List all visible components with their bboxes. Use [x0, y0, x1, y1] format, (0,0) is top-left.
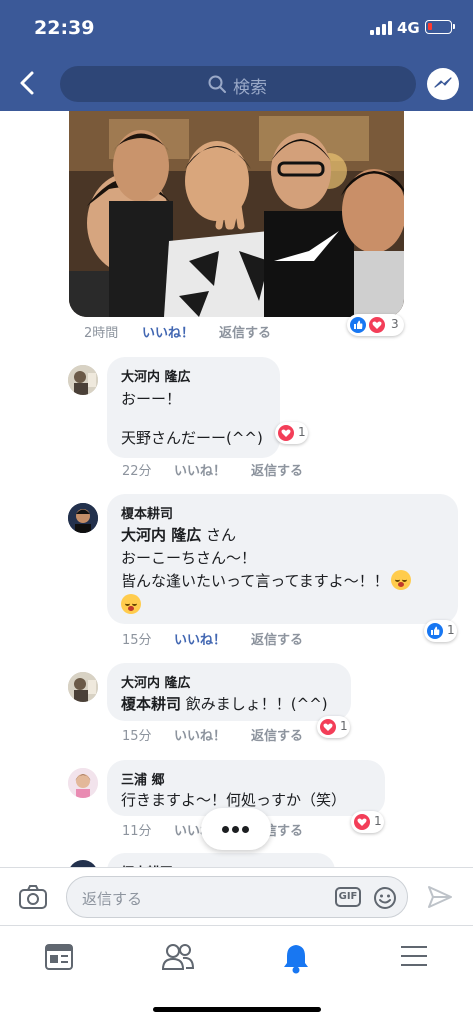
- network-label: 4G: [397, 19, 420, 37]
- friends-icon: [161, 944, 195, 970]
- comment-text-line: おーこーちさん〜！: [121, 549, 257, 567]
- gif-button[interactable]: GIF: [335, 887, 361, 907]
- messenger-button[interactable]: [427, 68, 459, 100]
- comment-like-link[interactable]: いいね！: [174, 460, 226, 479]
- kissing-face-emoji-icon: [121, 594, 141, 614]
- status-time: 22:39: [34, 17, 95, 39]
- search-placeholder: 検索: [233, 78, 267, 98]
- avatar[interactable]: [68, 503, 98, 533]
- camera-icon[interactable]: [18, 884, 48, 910]
- comment-author[interactable]: 三浦 郷: [121, 769, 165, 788]
- group-photo-image: [69, 111, 404, 317]
- comment-author[interactable]: 大河内 隆広: [121, 366, 191, 385]
- avatar[interactable]: [68, 768, 98, 798]
- comment-mention-suffix: さん: [201, 526, 237, 544]
- comment-reaction[interactable]: 1: [275, 422, 308, 444]
- comment-bubble[interactable]: 大河内 隆広 榎本耕司 飲みましょ！！(^^): [107, 663, 351, 721]
- like-reaction-icon: [427, 623, 443, 639]
- heart-reaction-icon: [278, 425, 294, 441]
- comment-timestamp: 11分: [122, 824, 152, 839]
- messenger-icon: [434, 77, 452, 88]
- comment-meta: 15分 いいね！ 返信する: [122, 725, 382, 745]
- news-feed-icon: [45, 944, 73, 970]
- comment-mention[interactable]: 大河内 隆広: [121, 526, 201, 544]
- avatar[interactable]: [68, 365, 98, 395]
- app-screen: 22:39 4G 検索 2時間 いいね！ 返信する 3 大河内 隆広 おーー！ …: [0, 0, 473, 1024]
- kissing-face-emoji-icon: [390, 570, 411, 590]
- comment-author[interactable]: 榎本耕司: [121, 503, 173, 522]
- header-bar: 22:39 4G 検索: [0, 0, 473, 111]
- post-reaction-count: 3: [391, 317, 399, 331]
- tab-friends[interactable]: [148, 934, 208, 978]
- reply-placeholder: 返信する: [82, 890, 143, 908]
- heart-reaction-icon: [369, 317, 385, 333]
- reply-composer: 返信する GIF: [0, 867, 473, 925]
- reply-input[interactable]: 返信する GIF: [66, 876, 408, 918]
- menu-icon: [401, 946, 427, 966]
- back-button[interactable]: [12, 66, 42, 100]
- search-icon: [208, 75, 226, 93]
- tab-notifications[interactable]: [266, 934, 326, 978]
- post-reply-link[interactable]: 返信する: [219, 322, 271, 341]
- post-timestamp: 2時間: [84, 326, 119, 341]
- comment-bubble[interactable]: 榎本耕司 大河内 隆広 さん おーこーちさん〜！ 皆んな逢いたいって言ってますよ…: [107, 494, 458, 624]
- comment-like-link[interactable]: いいね！: [174, 725, 226, 744]
- battery-icon: [425, 20, 455, 34]
- post-like-link[interactable]: いいね！: [142, 322, 194, 341]
- comment-text-line: 行きますよ〜！何処っすか（笑）: [121, 791, 347, 809]
- post-photo[interactable]: [69, 111, 404, 317]
- comment-mention[interactable]: 榎本耕司: [121, 695, 181, 713]
- more-options-button[interactable]: [201, 808, 271, 850]
- search-bar[interactable]: 検索: [60, 66, 416, 102]
- home-indicator: [153, 1007, 321, 1012]
- comment-reply-link[interactable]: 返信する: [251, 629, 303, 648]
- status-bar: 22:39 4G: [0, 0, 473, 56]
- comment-like-link[interactable]: いいね！: [174, 629, 226, 648]
- reaction-count: 1: [447, 623, 455, 637]
- comment-text-line: 皆んな逢いたいって言ってますよ〜！！: [121, 572, 389, 590]
- comment-meta: 22分 いいね！ 返信する: [122, 460, 382, 480]
- comment-meta: 15分 いいね！ 返信する: [122, 629, 382, 649]
- reaction-count: 1: [298, 425, 306, 439]
- comment-text: 飲みましょ！！(^^): [181, 695, 328, 713]
- comment-author[interactable]: 大河内 隆広: [121, 672, 191, 691]
- tab-news-feed[interactable]: [29, 934, 89, 978]
- like-reaction-icon: [350, 317, 366, 333]
- comment-timestamp: 15分: [122, 729, 152, 744]
- comment-reaction[interactable]: 1: [424, 620, 457, 642]
- comment-bubble[interactable]: 大河内 隆広 おーー！ 天野さんだーー(^^): [107, 357, 280, 458]
- comment-timestamp: 22分: [122, 464, 152, 479]
- avatar[interactable]: [68, 672, 98, 702]
- post-reaction-summary[interactable]: 3: [347, 314, 404, 336]
- tab-menu[interactable]: [384, 934, 444, 978]
- comment-reply-link[interactable]: 返信する: [251, 725, 303, 744]
- signal-icon: [370, 21, 394, 35]
- chevron-left-icon: [20, 71, 34, 95]
- comment-text-line: おーー！: [121, 390, 182, 408]
- send-icon[interactable]: [426, 883, 454, 911]
- comment-text-line: 天野さんだーー(^^): [121, 429, 263, 447]
- comment-reply-link[interactable]: 返信する: [251, 460, 303, 479]
- bell-icon: [284, 945, 308, 974]
- comment-timestamp: 15分: [122, 633, 152, 648]
- smiley-icon[interactable]: [373, 886, 397, 910]
